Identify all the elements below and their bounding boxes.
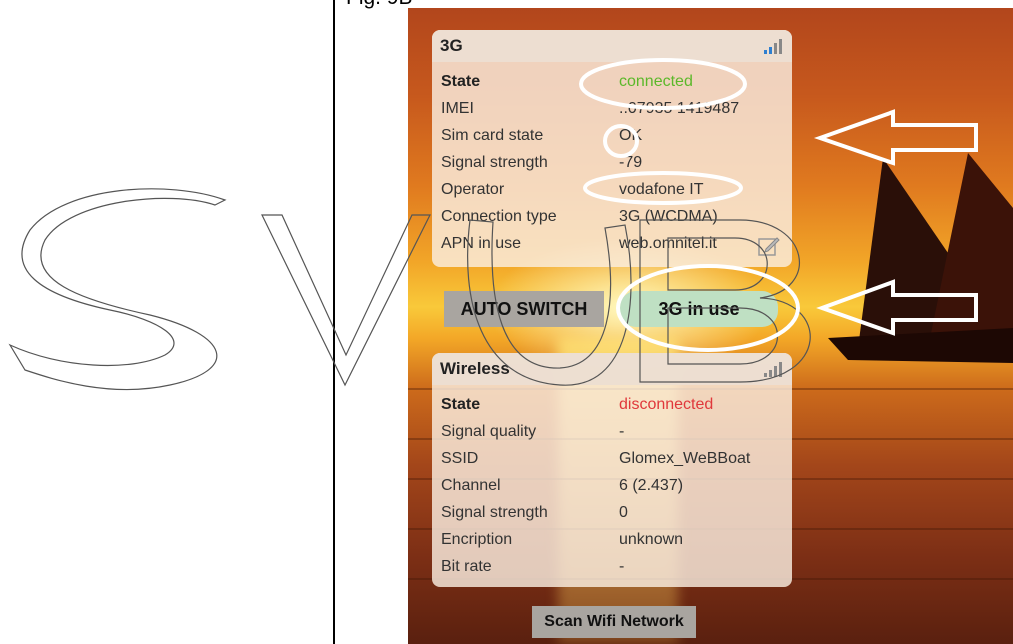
3g-in-use-button[interactable]: 3G in use bbox=[620, 291, 778, 327]
signal-bars-icon bbox=[764, 361, 782, 377]
bit-rate-value: - bbox=[619, 557, 625, 575]
row-label: State bbox=[441, 395, 481, 413]
wireless-row-bitrate: Bit rate - bbox=[432, 553, 792, 580]
signal-strength-value: 0 bbox=[619, 503, 628, 521]
row-label: Channel bbox=[441, 476, 501, 494]
3g-row-apn: APN in use web.omnitel.it bbox=[432, 230, 792, 257]
wireless-state-value: disconnected bbox=[619, 395, 714, 413]
wireless-row-encryption: Encription unknown bbox=[432, 526, 792, 553]
wireless-row-ssid: SSID Glomex_WeBBoat bbox=[432, 445, 792, 472]
operator-value: vodafone IT bbox=[619, 180, 704, 198]
wireless-panel: Wireless State disconnected Signal quali… bbox=[432, 353, 792, 587]
row-label: Signal strength bbox=[441, 153, 548, 171]
channel-value: 6 (2.437) bbox=[619, 476, 684, 494]
3g-title: 3G bbox=[440, 36, 463, 55]
wireless-row-channel: Channel 6 (2.437) bbox=[432, 472, 792, 499]
row-label: IMEI bbox=[441, 99, 474, 117]
row-label: Connection type bbox=[441, 207, 557, 225]
blank-left-pane bbox=[0, 0, 334, 644]
3g-row-signal: Signal strength -79 bbox=[432, 149, 792, 176]
3g-panel: 3G State connected IMEI ..07935 1419487 … bbox=[432, 30, 792, 267]
row-label: Bit rate bbox=[441, 557, 492, 575]
3g-state-value: connected bbox=[619, 72, 693, 90]
imei-value: ..07935 1419487 bbox=[619, 99, 740, 117]
signal-bars-icon bbox=[764, 38, 782, 54]
row-label: Signal strength bbox=[441, 503, 548, 521]
row-label: APN in use bbox=[441, 234, 522, 252]
figure-label: Fig. 9B bbox=[346, 0, 413, 10]
encryption-value: unknown bbox=[619, 530, 684, 548]
3g-row-operator: Operator vodafone IT bbox=[432, 176, 792, 203]
connection-type-value: 3G (WCDMA) bbox=[619, 207, 718, 225]
wireless-panel-header: Wireless bbox=[432, 353, 792, 385]
3g-row-connection-type: Connection type 3G (WCDMA) bbox=[432, 203, 792, 230]
row-label: Operator bbox=[441, 180, 505, 198]
auto-switch-button[interactable]: AUTO SWITCH bbox=[444, 291, 604, 327]
signal-quality-value: - bbox=[619, 422, 625, 440]
wireless-title: Wireless bbox=[440, 359, 510, 378]
scan-wifi-button[interactable]: Scan Wifi Network bbox=[532, 606, 696, 638]
3g-row-sim: Sim card state OK bbox=[432, 122, 792, 149]
3g-panel-header: 3G bbox=[432, 30, 792, 62]
wireless-row-quality: Signal quality - bbox=[432, 418, 792, 445]
3g-row-state: State connected bbox=[432, 68, 792, 95]
phone-screen: 3G State connected IMEI ..07935 1419487 … bbox=[408, 8, 1013, 644]
sim-state-value: OK bbox=[619, 126, 643, 144]
row-label: Sim card state bbox=[441, 126, 544, 144]
row-label: Signal quality bbox=[441, 422, 537, 440]
row-label: Encription bbox=[441, 530, 513, 548]
ssid-value: Glomex_WeBBoat bbox=[619, 449, 751, 467]
3g-row-imei: IMEI ..07935 1419487 bbox=[432, 95, 792, 122]
vertical-divider bbox=[333, 0, 335, 644]
row-label: State bbox=[441, 72, 481, 90]
wireless-row-signal: Signal strength 0 bbox=[432, 499, 792, 526]
edit-icon[interactable] bbox=[758, 235, 780, 257]
signal-strength-value: -79 bbox=[619, 153, 643, 171]
sailboat-image bbox=[828, 153, 1013, 363]
wireless-row-state: State disconnected bbox=[432, 391, 792, 418]
row-label: SSID bbox=[441, 449, 479, 467]
